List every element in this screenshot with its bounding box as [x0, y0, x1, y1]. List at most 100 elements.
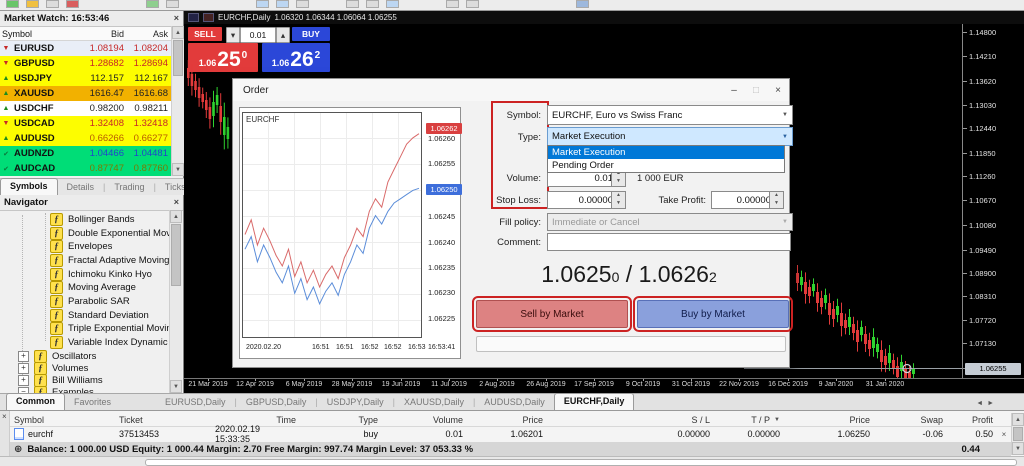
toolbar-icon[interactable]	[446, 0, 459, 8]
buy-by-market-button[interactable]: Buy by Market	[637, 300, 789, 328]
chart-tab-usdjpy[interactable]: USDJPY,Daily	[318, 395, 393, 410]
symbol-row-usdjpy[interactable]: ▲ USDJPY 112.157 112.167	[0, 71, 171, 86]
take-profit-input[interactable]: 0.00000	[711, 191, 775, 209]
toolbar-icon[interactable]	[366, 0, 379, 8]
expand-icon[interactable]: +	[18, 351, 29, 362]
symbol-row-audnzd[interactable]: ✔ AUDNZD 1.04466 1.04481	[0, 146, 171, 161]
minimize-icon[interactable]: –	[723, 85, 745, 96]
scroll-down-icon[interactable]: ▼	[1012, 442, 1024, 455]
symbol-row-usdchf[interactable]: ▲ USDCHF 0.98200 0.98211	[0, 101, 171, 116]
close-icon[interactable]: ×	[2, 412, 7, 421]
symbol-row-audusd[interactable]: ▲ AUDUSD 0.66266 0.66277	[0, 131, 171, 146]
toolbar-icon[interactable]	[576, 0, 589, 8]
dialog-titlebar[interactable]: Order – □ ×	[233, 79, 789, 101]
scroll-thumb[interactable]	[171, 224, 181, 286]
step-down-icon[interactable]: ▼	[612, 178, 625, 186]
col-sl[interactable]: S / L	[545, 413, 712, 427]
toolbar-icon[interactable]	[46, 0, 59, 8]
comment-input[interactable]	[547, 233, 791, 251]
scroll-thumb[interactable]	[173, 40, 183, 76]
type-option-market-execution[interactable]: Market Execution	[548, 146, 784, 159]
symbol-row-xauusd[interactable]: ▲ XAUUSD 1616.47 1616.68	[0, 86, 171, 101]
price-scale[interactable]: 1.14800 1.14210 1.13620 1.13030 1.12440 …	[962, 24, 1024, 378]
toolbar-icon[interactable]	[276, 0, 289, 8]
col-price-current[interactable]: Price	[782, 413, 872, 427]
tab-trading[interactable]: Trading	[105, 180, 153, 195]
chart-tab-eurusd[interactable]: EURUSD,Daily	[156, 395, 235, 410]
close-icon[interactable]: ×	[174, 14, 179, 23]
symbol-row-usdcad[interactable]: ▼ USDCAD 1.32408 1.32418	[0, 116, 171, 131]
toolbar-icon[interactable]	[6, 0, 19, 8]
indicator-standard-deviation[interactable]: ƒStandard Deviation	[50, 309, 149, 322]
symbol-row-gbpusd[interactable]: ▼ GBPUSD 1.28682 1.28694	[0, 56, 171, 71]
col-tp[interactable]: T / P▼	[712, 413, 782, 427]
market-watch-scrollbar[interactable]: ▲ ▼	[171, 26, 184, 176]
scroll-up-icon[interactable]: ▲	[172, 26, 184, 39]
toolbar-icon[interactable]	[146, 0, 159, 8]
step-up-icon[interactable]: ▲	[612, 192, 625, 200]
symbol-row-eurusd[interactable]: ▼ EURUSD 1.08194 1.08204	[0, 41, 171, 56]
stop-loss-stepper[interactable]: ▲▼	[611, 191, 626, 209]
scroll-up-icon[interactable]: ▲	[1012, 413, 1024, 426]
tab-common[interactable]: Common	[6, 393, 65, 410]
indicator-moving-average[interactable]: ƒMoving Average	[50, 281, 136, 294]
column-ask[interactable]: Ask	[124, 29, 171, 39]
circled-plus-icon[interactable]: ⊕	[14, 444, 22, 455]
indicator-triple-exponential[interactable]: ƒTriple Exponential Moving	[50, 322, 177, 335]
group-examples[interactable]: −ƒExamples	[18, 386, 94, 393]
symbol-row-audcad[interactable]: ✔ AUDCAD 0.87747 0.87760	[0, 161, 171, 176]
tab-symbols[interactable]: Symbols	[0, 178, 58, 195]
col-symbol[interactable]: Symbol	[10, 413, 115, 427]
step-down-icon[interactable]: ▼	[770, 200, 783, 208]
chart-tab-xauusd[interactable]: XAUUSD,Daily	[395, 395, 473, 410]
indicator-parabolic-sar[interactable]: ƒParabolic SAR	[50, 295, 130, 308]
navigator-scrollbar[interactable]: ▲ ▼	[169, 210, 182, 393]
toolbar-icon[interactable]	[296, 0, 309, 8]
toolbar-icon[interactable]	[386, 0, 399, 8]
scroll-up-icon[interactable]: ▲	[170, 210, 182, 223]
date-axis[interactable]: 21 Mar 2019 12 Apr 2019 6 May 2019 28 Ma…	[184, 378, 1024, 393]
symbol-select[interactable]: EURCHF, Euro vs Swiss Franc ▼	[547, 105, 793, 125]
indicator-envelopes[interactable]: ƒEnvelopes	[50, 240, 112, 253]
take-profit-stepper[interactable]: ▲▼	[769, 191, 784, 209]
tab-details[interactable]: Details	[58, 180, 104, 195]
expand-icon[interactable]: +	[18, 363, 29, 374]
indicator-bollinger-bands[interactable]: ƒBollinger Bands	[50, 213, 135, 226]
scroll-thumb[interactable]	[1013, 427, 1023, 441]
col-ticket[interactable]: Ticket	[115, 413, 215, 427]
col-swap[interactable]: Swap	[872, 413, 945, 427]
sell-by-market-button[interactable]: Sell by Market	[476, 300, 628, 328]
indicator-double-exponential[interactable]: ƒDouble Exponential Movin	[50, 227, 178, 240]
col-volume[interactable]: Volume	[380, 413, 465, 427]
chart-tab-e urchf[interactable]: EURCHF,Daily	[554, 393, 635, 410]
tab-scroll-arrows[interactable]: ◄ ►	[976, 400, 994, 410]
close-icon[interactable]: ×	[767, 85, 789, 96]
chart-tab-gbpusd[interactable]: GBPUSD,Daily	[237, 395, 316, 410]
indicator-variable-index[interactable]: ƒVariable Index Dynamic A	[50, 336, 176, 349]
chart-tab-audusd[interactable]: AUDUSD,Daily	[475, 395, 554, 410]
column-symbol[interactable]: Symbol	[0, 29, 72, 39]
step-up-icon[interactable]: ▲	[770, 192, 783, 200]
tab-favorites[interactable]: Favorites	[65, 395, 120, 410]
toolbar-icon[interactable]	[166, 0, 179, 8]
scroll-down-icon[interactable]: ▼	[172, 163, 184, 176]
column-bid[interactable]: Bid	[72, 29, 124, 39]
indicator-ichimoku[interactable]: ƒIchimoku Kinko Hyo	[50, 268, 152, 281]
order-symbol[interactable]: eurchf	[10, 427, 115, 441]
scroll-down-icon[interactable]: ▼	[170, 380, 182, 393]
col-type[interactable]: Type	[298, 413, 380, 427]
type-select[interactable]: Market Execution ▼	[547, 127, 793, 146]
indicator-fractal-adaptive[interactable]: ƒFractal Adaptive Moving A	[50, 254, 178, 267]
stop-loss-input[interactable]: 0.00000	[547, 191, 617, 209]
toolbar-icon[interactable]	[256, 0, 269, 8]
toolbar-icon[interactable]	[26, 0, 39, 8]
toolbar-icon[interactable]	[66, 0, 79, 8]
close-icon[interactable]: ×	[174, 198, 179, 207]
col-price-open[interactable]: Price	[465, 413, 545, 427]
step-down-icon[interactable]: ▼	[612, 200, 625, 208]
toolbar-icon[interactable]	[346, 0, 359, 8]
expand-icon[interactable]: +	[18, 375, 29, 386]
toolbar-icon[interactable]	[466, 0, 479, 8]
col-profit[interactable]: Profit	[945, 413, 995, 427]
type-option-pending-order[interactable]: Pending Order	[548, 159, 784, 172]
